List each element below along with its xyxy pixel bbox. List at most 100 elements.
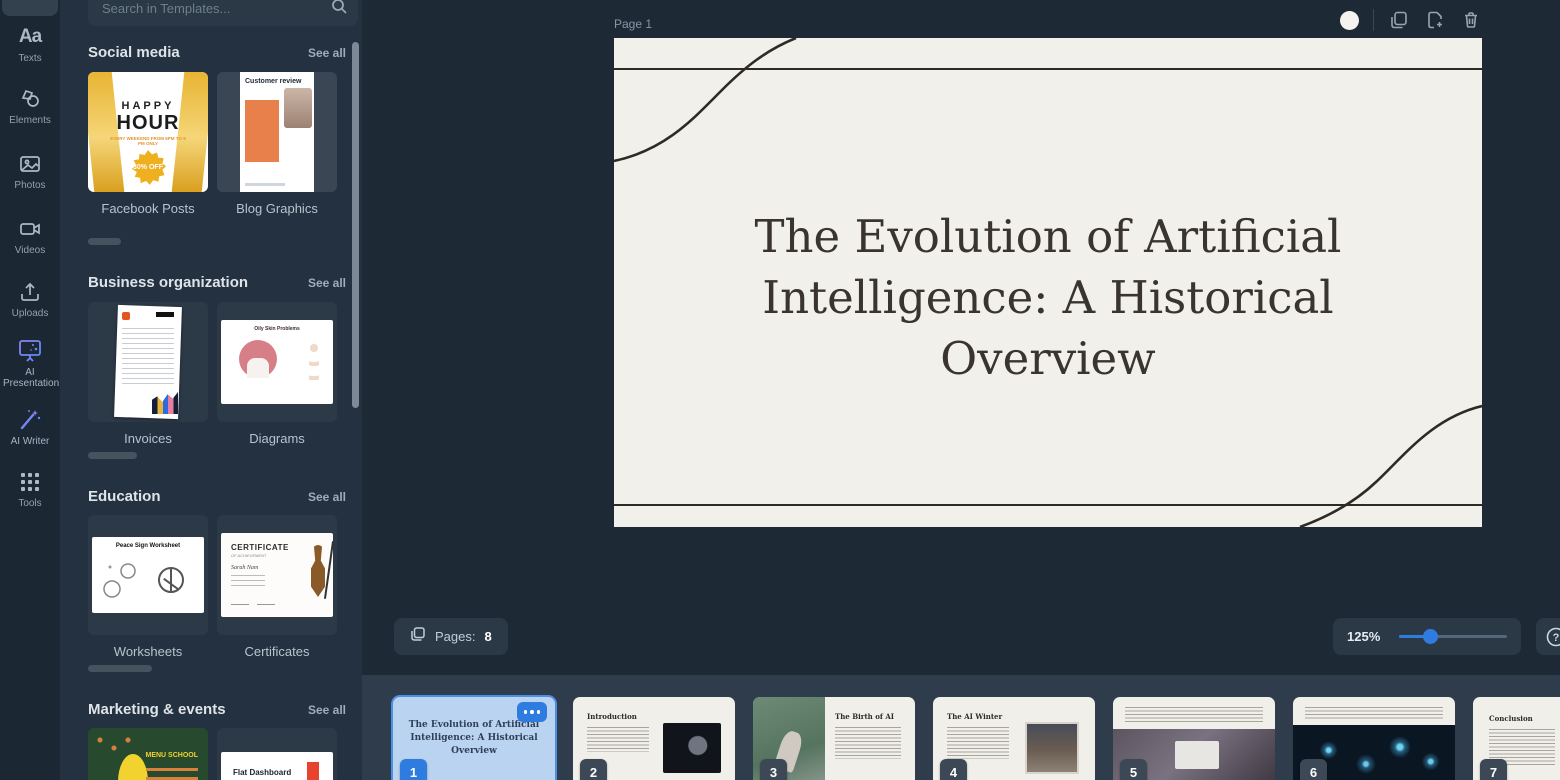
invoices-preview	[88, 302, 208, 422]
texts-icon: Aa	[19, 25, 41, 49]
duplicate-page-icon	[1389, 10, 1409, 30]
page-number-badge: 3	[760, 759, 787, 780]
page-number-badge: 6	[1300, 759, 1327, 780]
see-all-link[interactable]: See all	[308, 703, 346, 717]
template-facebook-posts[interactable]: HAPPY HOUR EVERY WEEKEND FROM 6PM TO 9 P…	[88, 72, 208, 192]
editor-canvas-area: Page 1 The Evolution of Artificial Intel…	[362, 0, 1560, 675]
template-marketing-2[interactable]: Flat Dashboard	[217, 728, 337, 780]
section-title: Marketing & events	[88, 701, 226, 718]
templates-tab-active-indicator[interactable]	[2, 0, 58, 16]
see-all-link[interactable]: See all	[308, 46, 346, 60]
page-number-badge: 4	[940, 759, 967, 780]
facebook-posts-preview: HAPPY HOUR EVERY WEEKEND FROM 6PM TO 9 P…	[88, 72, 208, 192]
section-title: Education	[88, 488, 161, 505]
certificates-preview: CERTIFICATE OF ACHIEVEMENT Sarah Nam	[217, 515, 337, 635]
zoom-slider[interactable]	[1399, 635, 1507, 638]
page-thumbnail-6[interactable]: 6	[1293, 697, 1455, 780]
uploads-icon	[18, 280, 42, 304]
help-icon: ?	[1545, 626, 1560, 648]
section-social-media: Social media See all	[88, 44, 346, 61]
pages-icon	[410, 626, 426, 647]
template-label[interactable]: Worksheets	[88, 644, 208, 659]
see-all-link[interactable]: See all	[308, 490, 346, 504]
search-icon[interactable]	[330, 0, 348, 20]
template-blog-graphics[interactable]: Customer review	[217, 72, 337, 192]
help-button[interactable]: ?	[1536, 618, 1560, 655]
menu-school-preview: MENU SCHOOL	[88, 728, 208, 780]
thumbnail-image	[663, 723, 721, 773]
sidebar-item-elements[interactable]: Elements	[0, 87, 60, 126]
page-number-badge: 5	[1120, 759, 1147, 780]
carousel-scroll-indicator	[88, 665, 152, 672]
delete-page-button[interactable]	[1460, 9, 1482, 31]
thumbnail-image	[1025, 722, 1079, 774]
template-label[interactable]: Facebook Posts	[88, 201, 208, 216]
background-color-swatch[interactable]	[1340, 11, 1359, 30]
sidebar-item-tools[interactable]: Tools	[0, 470, 60, 509]
pages-count-button[interactable]: Pages: 8	[394, 618, 508, 655]
template-invoices[interactable]	[88, 302, 208, 422]
blog-graphics-preview: Customer review	[217, 72, 337, 192]
toolbar-divider	[1373, 9, 1374, 31]
template-label[interactable]: Certificates	[217, 644, 337, 659]
page-number-badge: 7	[1480, 759, 1507, 780]
sidebar-rail: Aa Texts Elements Photos Videos	[0, 0, 60, 780]
section-title: Business organization	[88, 274, 248, 291]
template-label[interactable]: Diagrams	[217, 431, 337, 446]
slide-title[interactable]: The Evolution of Artificial Intelligence…	[718, 206, 1378, 389]
add-page-button[interactable]	[1424, 9, 1446, 31]
page-number-badge: 1	[400, 759, 427, 780]
photos-icon	[18, 152, 42, 176]
page-thumbnail-2[interactable]: Introduction 2	[573, 697, 735, 780]
page-number-badge: 2	[580, 759, 607, 780]
page-thumbnail-7[interactable]: Conclusion 7	[1473, 697, 1560, 780]
page-thumbnail-1[interactable]: The Evolution of Artificial Intelligence…	[393, 697, 555, 780]
section-business-organization: Business organization See all	[88, 274, 346, 291]
template-label[interactable]: Blog Graphics	[217, 201, 337, 216]
section-marketing-events: Marketing & events See all	[88, 701, 346, 718]
section-title: Social media	[88, 44, 180, 61]
zoom-value: 125%	[1347, 629, 1385, 644]
thumbnail-title: The Evolution of Artificial Intelligence…	[403, 719, 545, 758]
template-marketing-1[interactable]: MENU SCHOOL	[88, 728, 208, 780]
ai-presentation-icon	[17, 337, 43, 363]
panel-scrollbar[interactable]	[352, 42, 359, 408]
page-thumbnail-4[interactable]: The AI Winter 4	[933, 697, 1095, 780]
search-input[interactable]	[102, 1, 330, 16]
sidebar-item-videos[interactable]: Videos	[0, 217, 60, 256]
template-worksheets[interactable]: Peace Sign Worksheet	[88, 515, 208, 635]
template-diagrams[interactable]: Oily Skin Problems	[217, 302, 337, 422]
page-toolbar	[1340, 9, 1482, 31]
diagrams-preview: Oily Skin Problems	[217, 302, 337, 422]
templates-search[interactable]	[88, 0, 358, 26]
sidebar-item-uploads[interactable]: Uploads	[0, 280, 60, 319]
carousel-scroll-indicator	[88, 238, 121, 245]
pages-filmstrip: The Evolution of Artificial Intelligence…	[362, 675, 1560, 780]
template-certificates[interactable]: CERTIFICATE OF ACHIEVEMENT Sarah Nam	[217, 515, 337, 635]
zoom-slider-knob[interactable]	[1423, 629, 1438, 644]
page-thumbnail-5[interactable]: 5	[1113, 697, 1275, 780]
tools-icon	[18, 470, 42, 494]
worksheets-preview: Peace Sign Worksheet	[88, 515, 208, 635]
see-all-link[interactable]: See all	[308, 276, 346, 290]
section-education: Education See all	[88, 488, 346, 505]
add-page-icon	[1425, 10, 1445, 30]
slide-page-1[interactable]: The Evolution of Artificial Intelligence…	[614, 38, 1482, 527]
sidebar-item-photos[interactable]: Photos	[0, 152, 60, 191]
carousel-scroll-indicator	[88, 452, 137, 459]
flat-dashboard-preview: Flat Dashboard	[217, 728, 337, 780]
sidebar-item-ai-presentation[interactable]: AI Presentation	[0, 337, 60, 389]
thumbnail-options-button[interactable]	[517, 702, 547, 722]
templates-panel: Social media See all HAPPY HOUR EVERY WE…	[60, 0, 362, 780]
page-thumbnail-3[interactable]: The Birth of AI 3	[753, 697, 915, 780]
pages-count: 8	[484, 629, 491, 644]
elements-icon	[18, 87, 42, 111]
delete-page-icon	[1461, 10, 1481, 30]
template-label[interactable]: Invoices	[88, 431, 208, 446]
sidebar-item-texts[interactable]: Aa Texts	[0, 25, 60, 64]
ai-writer-icon	[17, 406, 43, 432]
duplicate-page-button[interactable]	[1388, 9, 1410, 31]
zoom-control: 125%	[1333, 618, 1521, 655]
page-label: Page 1	[614, 17, 652, 31]
sidebar-item-ai-writer[interactable]: AI Writer	[0, 406, 60, 447]
